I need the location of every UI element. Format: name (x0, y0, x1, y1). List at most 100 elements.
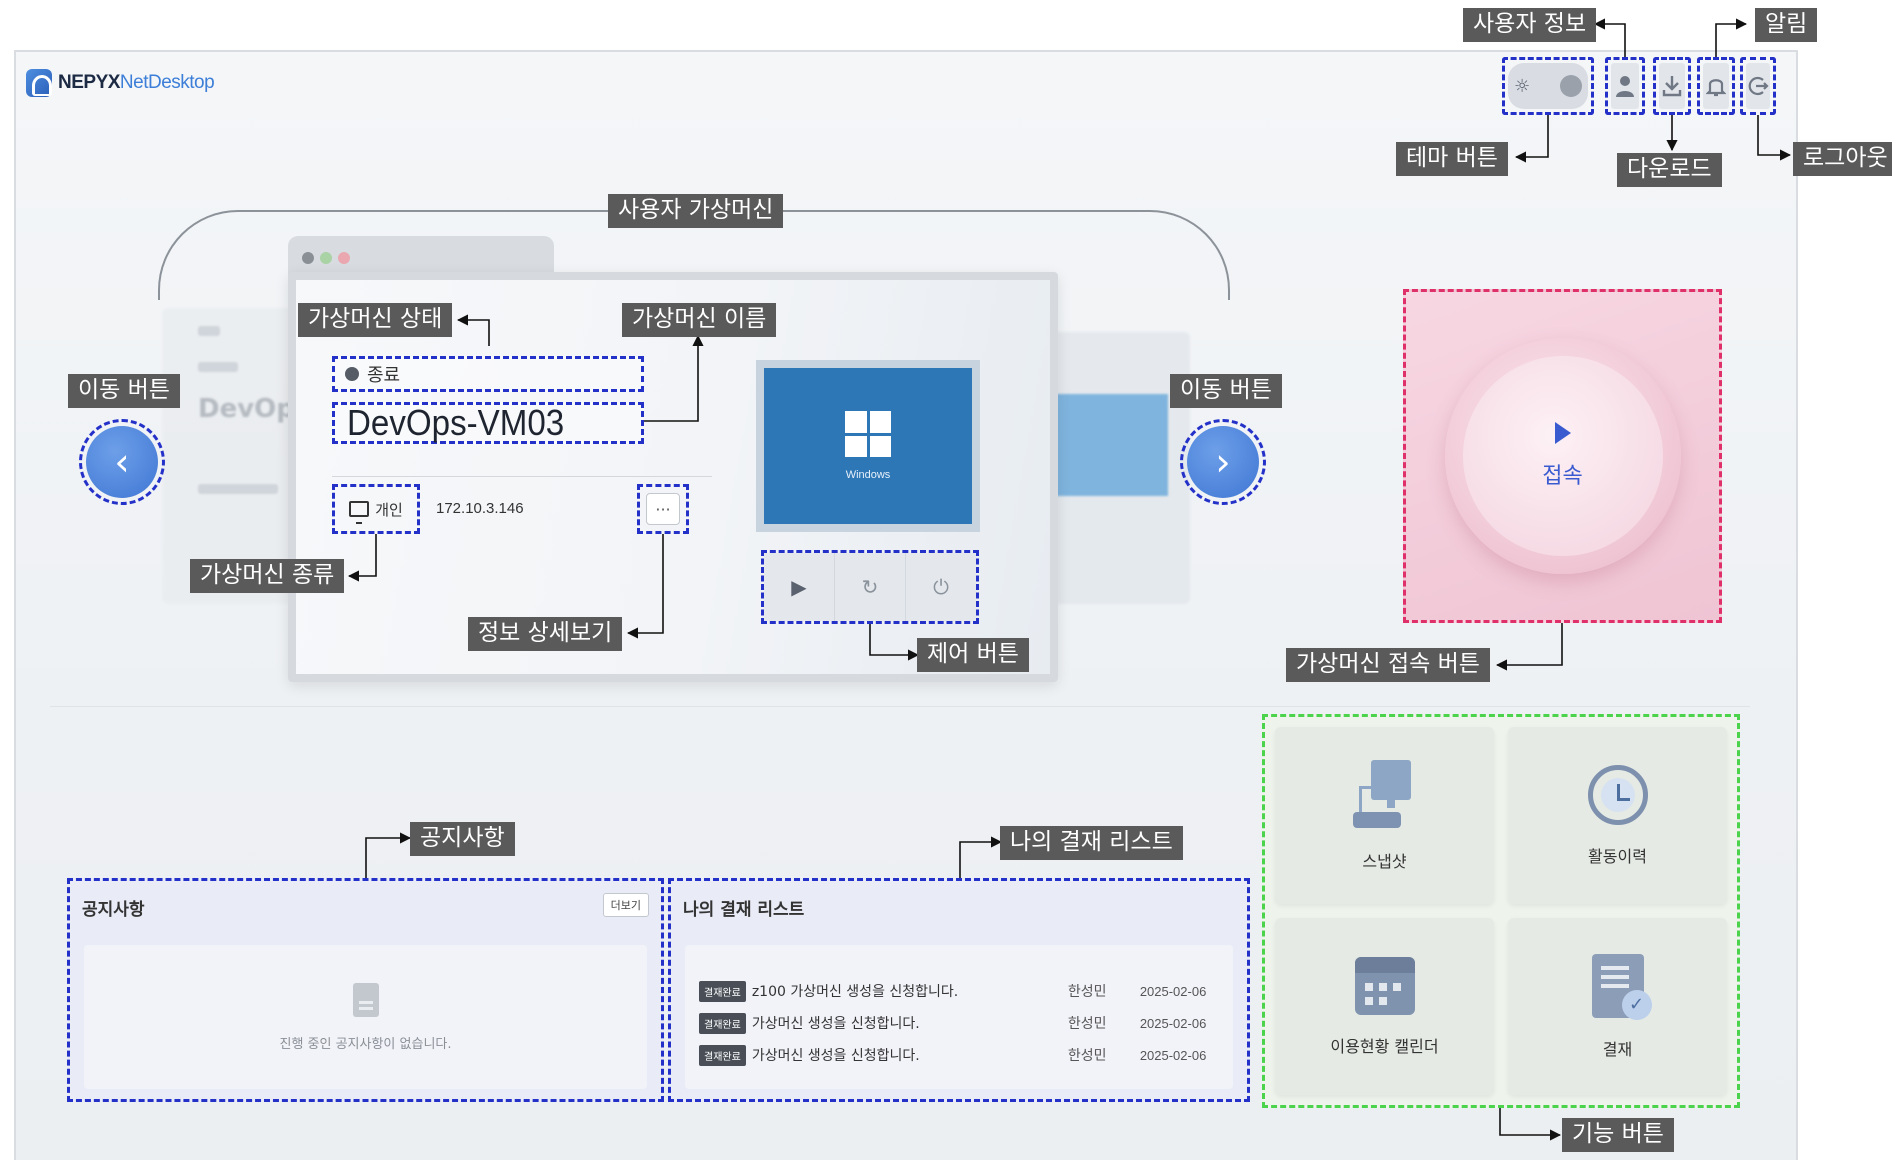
next-vm-screen (1056, 394, 1168, 496)
approval-user: 한성민 (1067, 1048, 1107, 1064)
vm-name-label: DevOps-VM03 (347, 402, 565, 443)
bell-icon (1706, 79, 1726, 97)
window-dot (338, 252, 350, 264)
brand-logo[interactable]: NEPYXNetDesktop (26, 69, 215, 97)
play-icon: ▶ (791, 575, 807, 599)
callout-control-buttons: 제어 버튼 (917, 638, 1029, 672)
card-divider (332, 476, 712, 477)
power-button[interactable]: ⏻ (906, 553, 976, 621)
callout-vm-status: 가상머신 상태 (298, 303, 453, 337)
detail-view-button[interactable]: ··· (637, 484, 689, 534)
play-icon (1554, 422, 1571, 444)
approval-list: 결재완료 z100 가상머신 생성을 신청합니다. 한성민 2025-02-06… (685, 945, 1233, 1089)
notice-panel: 공지사항 더보기 진행 중인 공지사항이 없습니다. (67, 878, 664, 1102)
power-icon: ⏻ (933, 575, 949, 599)
approval-label: 결재 (1602, 1039, 1633, 1059)
approval-title-text: z100 가상머신 생성을 신청합니다. (751, 984, 959, 1000)
calendar-icon (1354, 956, 1415, 1015)
vm-type-label: 개인 (375, 500, 403, 519)
activity-history-label: 활동이력 (1588, 846, 1647, 866)
callout-alarm: 알림 (1755, 8, 1818, 42)
vm-ip-address: 172.10.3.146 (436, 500, 524, 517)
vm-control-buttons: ▶ ↻ ⏻ (761, 550, 979, 624)
windows-logo-icon (845, 411, 891, 457)
logout-icon (1748, 76, 1769, 96)
window-dot (302, 252, 314, 264)
approval-date: 2025-02-06 (1139, 983, 1207, 999)
approval-panel: 나의 결재 리스트 결재완료 z100 가상머신 생성을 신청합니다. 한성민 … (668, 878, 1250, 1102)
callout-logout: 로그아웃 (1793, 142, 1892, 176)
status-dot-icon (345, 367, 359, 381)
approval-date: 2025-02-06 (1139, 1047, 1207, 1063)
callout-notice: 공지사항 (410, 822, 515, 856)
approval-user: 한성민 (1067, 984, 1107, 1000)
alarm-button[interactable] (1697, 57, 1735, 115)
snapshot-label: 스냅샷 (1362, 851, 1407, 871)
notice-empty-text: 진행 중인 공지사항이 없습니다. (279, 1036, 452, 1052)
approval-icon (1591, 953, 1652, 1020)
callout-detail-view: 정보 상세보기 (468, 617, 623, 651)
callout-nav-left: 이동 버튼 (68, 374, 180, 408)
next-vm-button[interactable]: › (1180, 419, 1266, 505)
vm-screen-preview: Windows (756, 360, 980, 532)
activity-history-button[interactable]: 활동이력 (1508, 727, 1727, 904)
restart-button[interactable]: ↻ (835, 553, 906, 621)
callout-vm-name: 가상머신 이름 (622, 303, 777, 337)
usage-calendar-button[interactable]: 이용현황 캘린더 (1275, 918, 1494, 1095)
notice-empty-state: 진행 중인 공지사항이 없습니다. (84, 945, 647, 1089)
vm-type: 개인 (332, 484, 420, 534)
approval-date: 2025-02-06 (1139, 1015, 1207, 1031)
approval-row[interactable]: 결재완료 가상머신 생성을 신청합니다. 한성민 2025-02-06 (699, 1039, 1219, 1071)
approval-row[interactable]: 결재완료 가상머신 생성을 신청합니다. 한성민 2025-02-06 (699, 1007, 1219, 1039)
brand-name: NEPYX (58, 72, 120, 93)
sun-icon: ☼ (1514, 75, 1531, 97)
user-icon (1616, 76, 1634, 97)
callout-user-vm: 사용자 가상머신 (608, 194, 784, 228)
more-icon: ··· (646, 493, 680, 525)
status-badge: 결재완료 (699, 980, 746, 1002)
callout-vm-connect-button: 가상머신 접속 버튼 (1286, 648, 1490, 682)
callout-vm-type: 가상머신 종류 (190, 559, 345, 593)
snapshot-button[interactable]: 스냅샷 (1275, 727, 1494, 904)
callout-function-buttons: 기능 버튼 (1562, 1118, 1674, 1152)
callout-my-approval-list: 나의 결재 리스트 (1000, 826, 1183, 860)
approval-row[interactable]: 결재완료 z100 가상머신 생성을 신청합니다. 한성민 2025-02-06 (699, 975, 1219, 1007)
status-badge: 결재완료 (699, 1044, 746, 1066)
monitor-icon (349, 501, 370, 524)
notice-title: 공지사항 (82, 900, 145, 920)
connect-label: 접속 (1542, 464, 1583, 489)
approval-title: 나의 결재 리스트 (683, 900, 805, 920)
status-badge: 결재완료 (699, 1012, 746, 1034)
download-button[interactable] (1653, 57, 1691, 115)
toggle-knob (1560, 75, 1582, 97)
vm-connect-button[interactable]: 접속 (1444, 338, 1681, 574)
vm-name: DevOps-VM03 (332, 402, 644, 444)
os-label: Windows (845, 469, 891, 481)
chevron-left-icon: ‹ (86, 426, 158, 498)
usage-calendar-label: 이용현황 캘린더 (1330, 1036, 1439, 1056)
notice-more-button[interactable]: 더보기 (602, 893, 649, 917)
window-dot (320, 252, 332, 264)
callout-theme-button: 테마 버튼 (1396, 142, 1508, 176)
logout-button[interactable] (1740, 57, 1776, 115)
approval-title-text: 가상머신 생성을 신청합니다. (751, 1016, 920, 1032)
chevron-right-icon: › (1187, 426, 1259, 498)
approval-button[interactable]: 결재 (1508, 918, 1727, 1095)
vm-connect-area: 접속 (1403, 289, 1722, 623)
download-icon (1662, 76, 1682, 97)
user-info-button[interactable] (1605, 57, 1645, 115)
history-icon (1587, 764, 1648, 825)
vm-status-label: 종료 (367, 365, 401, 386)
vm-card-next[interactable] (1040, 332, 1190, 604)
brand-shield-icon (26, 69, 52, 97)
floor-divider (50, 706, 1750, 707)
theme-toggle-button[interactable]: ☼ (1502, 57, 1594, 115)
start-button[interactable]: ▶ (764, 553, 835, 621)
snapshot-icon (1352, 759, 1417, 830)
restart-icon: ↻ (861, 575, 879, 599)
previous-vm-button[interactable]: ‹ (79, 419, 165, 505)
callout-nav-right: 이동 버튼 (1170, 374, 1282, 408)
approval-title-text: 가상머신 생성을 신청합니다. (751, 1048, 920, 1064)
approval-user: 한성민 (1067, 1016, 1107, 1032)
callout-download: 다운로드 (1617, 153, 1722, 187)
